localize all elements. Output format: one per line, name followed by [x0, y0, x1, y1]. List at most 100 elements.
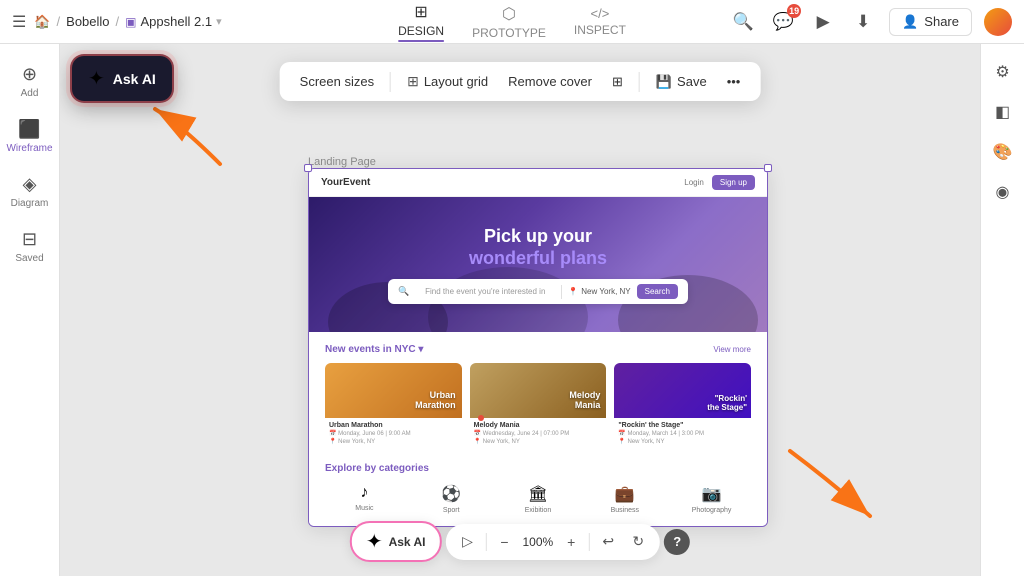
zoom-in-button[interactable]: +: [559, 530, 583, 554]
file-icon: ▣: [125, 15, 136, 29]
right-assets-icon[interactable]: ◉: [987, 176, 1019, 208]
lp-card-img-rockin: "Rockin' the Stage": [614, 363, 751, 418]
notification-icon[interactable]: 💬 19: [769, 8, 797, 36]
save-button[interactable]: 💾 Save: [648, 69, 715, 95]
share-person-icon: 👤: [902, 14, 918, 30]
zoom-out-button[interactable]: −: [492, 530, 516, 554]
lp-hero: Pick up your wonderful plans 🔍 Find the …: [309, 197, 767, 332]
bt-divider-2: [589, 533, 590, 551]
section-city: NYC: [394, 344, 415, 355]
bottom-tools: ▷ − 100% + ↩ ↻: [445, 524, 660, 560]
lp-card-title-rockin: "Rockin' the Stage": [707, 394, 747, 412]
lp-section-title: New events in NYC ▾: [325, 344, 423, 355]
play-icon[interactable]: ▶: [809, 8, 837, 36]
lp-nav-login[interactable]: Login: [684, 178, 704, 187]
frame-corner-tl: [304, 164, 312, 172]
landing-page-frame[interactable]: YourEvent Login Sign up Pick up your won…: [308, 168, 768, 527]
search-icon[interactable]: 🔍: [729, 8, 757, 36]
lp-card-info-melody: Melody Mania 📅 Wednesday, June 24 | 07:0…: [470, 418, 607, 449]
lp-location: 📍 New York, NY: [568, 287, 630, 296]
tab-inspect[interactable]: </> INSPECT: [572, 2, 628, 41]
business-icon: 💼: [615, 484, 635, 504]
top-bar-center: ⊞ DESIGN ⬡ PROTOTYPE </> INSPECT: [396, 0, 628, 46]
right-settings-icon[interactable]: ⚙: [987, 56, 1019, 88]
sidebar-add-label: Add: [21, 88, 39, 99]
undo-button[interactable]: ↩: [596, 530, 620, 554]
business-label: Business: [611, 507, 639, 514]
right-layers-icon[interactable]: ◧: [987, 96, 1019, 128]
lp-card-title-urban: Urban Marathon: [415, 390, 456, 410]
tab-design[interactable]: ⊞ DESIGN: [396, 0, 446, 46]
sidebar-item-wireframe[interactable]: ⬛ Wireframe: [5, 111, 55, 162]
sidebar-wireframe-label: Wireframe: [6, 143, 52, 154]
lp-cat-sport[interactable]: ⚽ Sport: [412, 484, 491, 514]
breadcrumb-file[interactable]: ▣ Appshell 2.1 ▾: [125, 14, 221, 29]
music-icon: ♪: [360, 484, 368, 502]
main-layout: ⊕ Add ⬛ Wireframe ◈ Diagram ⊟ Saved ✦ As…: [0, 44, 1024, 576]
screen-sizes-button[interactable]: Screen sizes: [292, 69, 382, 94]
layout-grid-button[interactable]: ⊞ Layout grid: [399, 68, 496, 95]
cursor-tool[interactable]: ▷: [455, 530, 479, 554]
lp-card-name-urban: Urban Marathon: [329, 422, 458, 429]
lp-card-rockin[interactable]: "Rockin' the Stage" "Rockin' the Stage" …: [614, 363, 751, 449]
screen-sizes-label: Screen sizes: [300, 74, 374, 89]
lp-nav-signup[interactable]: Sign up: [712, 175, 755, 190]
photography-icon: 📷: [702, 484, 722, 504]
lp-cat-business[interactable]: 💼 Business: [585, 484, 664, 514]
frame-label: Landing Page: [308, 156, 376, 168]
lp-card-meta-urban: 📅 Monday, June 06 | 9:00 AM: [329, 430, 458, 437]
more-options-button[interactable]: •••: [719, 69, 749, 94]
lp-search-bar[interactable]: 🔍 Find the event you're interested in 📍 …: [388, 279, 688, 304]
left-sidebar: ⊕ Add ⬛ Wireframe ◈ Diagram ⊟ Saved: [0, 44, 60, 576]
lp-search-button[interactable]: Search: [637, 284, 678, 299]
sidebar-item-add[interactable]: ⊕ Add: [5, 56, 55, 107]
bt-divider-1: [485, 533, 486, 551]
tab-prototype[interactable]: ⬡ PROTOTYPE: [470, 0, 548, 44]
lp-search-input[interactable]: Find the event you're interested in: [415, 287, 555, 296]
lp-explore-title: Explore by categories: [325, 463, 751, 474]
zoom-level[interactable]: 100%: [522, 535, 553, 549]
lp-card-loc-rockin: 📍 New York, NY: [618, 438, 747, 445]
sidebar-item-saved[interactable]: ⊟ Saved: [5, 221, 55, 272]
lp-logo: YourEvent: [321, 177, 370, 188]
sidebar-item-diagram[interactable]: ◈ Diagram: [5, 166, 55, 217]
share-button[interactable]: 👤 Share: [889, 8, 972, 36]
home-icon[interactable]: 🏠: [34, 14, 50, 30]
lp-cat-music[interactable]: ♪ Music: [325, 484, 404, 514]
ask-ai-bottom-button[interactable]: ✦ Ask AI: [350, 521, 442, 562]
lp-view-more[interactable]: View more: [713, 345, 751, 354]
tab-underline: [398, 40, 444, 42]
section-city-chevron: ▾: [418, 344, 423, 355]
hamburger-icon[interactable]: ☰: [12, 12, 26, 32]
breadcrumb-sep: /: [57, 14, 61, 29]
lp-card-img-urban: Urban Marathon: [325, 363, 462, 418]
ask-ai-sparkle-icon: ✦: [88, 66, 105, 91]
breadcrumb-sep2: /: [116, 14, 120, 29]
download-icon[interactable]: ⬇: [849, 8, 877, 36]
lp-cat-photography[interactable]: 📷 Photography: [672, 484, 751, 514]
ask-ai-bottom-label: Ask AI: [389, 535, 426, 549]
lp-body: New events in NYC ▾ View more Urban Mara…: [309, 332, 767, 526]
prototype-tab-label: PROTOTYPE: [472, 26, 546, 40]
more-options-icon: •••: [727, 74, 741, 89]
checkerboard-button[interactable]: ⊞: [604, 69, 631, 95]
checkerboard-icon: ⊞: [612, 74, 623, 90]
remove-cover-button[interactable]: Remove cover: [500, 69, 600, 94]
location-icon: 📍: [568, 287, 578, 296]
breadcrumb-project[interactable]: Bobello: [66, 14, 109, 29]
lp-card-melody[interactable]: Melody Mania Melody Mania 📅 Wednesday, J…: [470, 363, 607, 449]
sidebar-diagram-label: Diagram: [11, 198, 49, 209]
lp-cat-exhibition[interactable]: 🏛 Exibition: [499, 484, 578, 514]
lp-card-meta-melody: 📅 Wednesday, June 24 | 07:00 PM: [474, 430, 603, 437]
redo-button[interactable]: ↻: [626, 530, 650, 554]
ask-ai-top-label: Ask AI: [113, 71, 156, 87]
help-button[interactable]: ?: [664, 529, 690, 555]
diagram-icon: ◈: [23, 174, 37, 195]
lp-section-header: New events in NYC ▾ View more: [325, 344, 751, 355]
toolbar-divider-1: [390, 72, 391, 92]
avatar[interactable]: [984, 8, 1012, 36]
right-palette-icon[interactable]: 🎨: [987, 136, 1019, 168]
wireframe-icon: ⬛: [18, 119, 40, 140]
ask-ai-top-button[interactable]: ✦ Ask AI: [70, 54, 174, 103]
lp-card-urban[interactable]: Urban Marathon Urban Marathon 📅 Monday, …: [325, 363, 462, 449]
